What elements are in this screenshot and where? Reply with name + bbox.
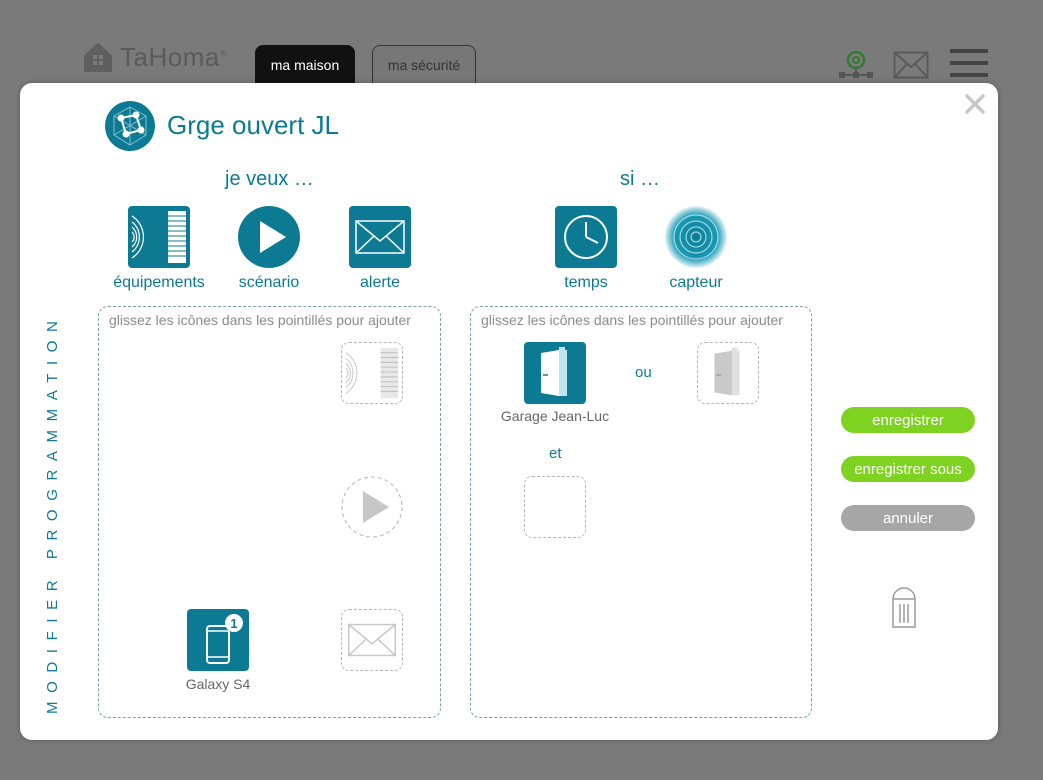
cancel-button[interactable]: annuler bbox=[841, 505, 975, 531]
edit-program-dialog: Grge ouvert JL MODIFIER PROGRAMMATION je… bbox=[20, 83, 998, 740]
clock-icon bbox=[555, 206, 617, 268]
sensor-icon bbox=[665, 206, 727, 268]
mail-icon bbox=[349, 206, 411, 268]
smartphone-icon[interactable]: 1 bbox=[187, 609, 249, 671]
conditions-drop-hint: glissez les icônes dans les pointillés p… bbox=[481, 312, 783, 328]
door-placeholder-icon[interactable] bbox=[697, 342, 759, 404]
tab-ma-maison[interactable]: ma maison bbox=[255, 45, 355, 84]
palette-alerte-label: alerte bbox=[359, 274, 401, 291]
save-button[interactable]: enregistrer bbox=[841, 407, 975, 433]
close-icon[interactable] bbox=[964, 93, 986, 115]
tab-ma-securite[interactable]: ma sécurité bbox=[372, 45, 476, 84]
palette-alerte[interactable]: alerte bbox=[325, 206, 435, 292]
badge-count: 1 bbox=[230, 616, 237, 631]
brand-mark: ® bbox=[219, 47, 227, 58]
mail-placeholder-icon[interactable] bbox=[341, 609, 403, 671]
item-garage-label: Garage Jean-Luc bbox=[500, 408, 610, 424]
side-label: MODIFIER PROGRAMMATION bbox=[44, 312, 61, 715]
palette-equipements-label: équipements bbox=[113, 274, 205, 291]
palette-equipements[interactable]: équipements bbox=[104, 206, 214, 292]
actions-dropzone[interactable]: glissez les icônes dans les pointillés p… bbox=[98, 306, 441, 718]
brand-name: TaHoma bbox=[120, 41, 220, 72]
palette-scenario[interactable]: scénario bbox=[214, 206, 324, 292]
want-heading: je veux … bbox=[225, 168, 314, 190]
play-icon bbox=[238, 206, 300, 268]
palette-scenario-label: scénario bbox=[238, 274, 300, 291]
door-icon[interactable] bbox=[524, 342, 586, 404]
equipment-placeholder-icon[interactable] bbox=[341, 342, 403, 404]
palette-capteur-label: capteur bbox=[669, 274, 723, 291]
item-galaxy-s4-label: Galaxy S4 bbox=[185, 676, 251, 692]
if-heading: si … bbox=[620, 168, 660, 190]
tahoma-logo[interactable]: TaHoma® bbox=[82, 41, 227, 73]
palette-temps[interactable]: temps bbox=[531, 206, 641, 292]
hamburger-menu-icon[interactable] bbox=[950, 48, 988, 78]
or-label: ou bbox=[635, 364, 652, 381]
trash-icon[interactable] bbox=[891, 586, 917, 628]
program-title: Grge ouvert JL bbox=[167, 110, 339, 140]
and-label: et bbox=[549, 445, 562, 462]
empty-condition-slot[interactable] bbox=[524, 476, 586, 538]
conditions-dropzone[interactable]: glissez les icônes dans les pointillés p… bbox=[470, 306, 812, 718]
save-as-button[interactable]: enregistrer sous bbox=[841, 456, 975, 482]
mail-icon[interactable] bbox=[893, 51, 929, 79]
program-network-icon bbox=[105, 101, 155, 151]
at-network-icon[interactable] bbox=[838, 48, 874, 80]
house-icon bbox=[84, 43, 112, 72]
palette-temps-label: temps bbox=[564, 274, 608, 291]
play-placeholder-icon[interactable] bbox=[341, 476, 403, 538]
app-header: TaHoma® ma maison ma sécurité bbox=[0, 0, 1043, 95]
equipment-icon bbox=[128, 206, 190, 268]
actions-drop-hint: glissez les icônes dans les pointillés p… bbox=[109, 312, 411, 328]
palette-capteur[interactable]: capteur bbox=[641, 206, 751, 292]
